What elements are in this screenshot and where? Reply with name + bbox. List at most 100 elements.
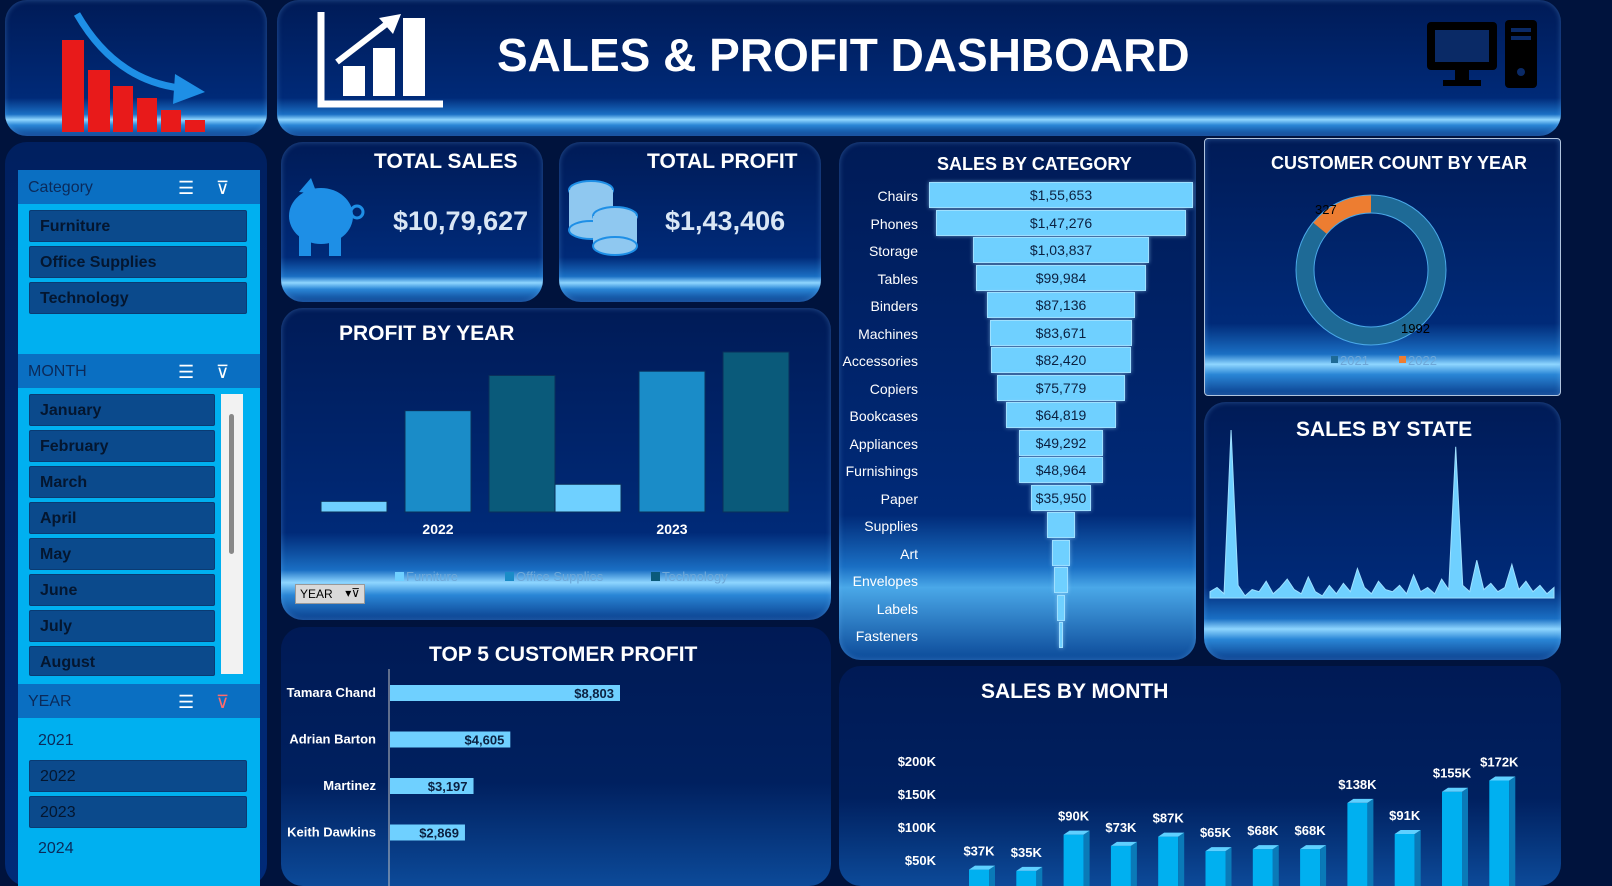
y-tick-label: $200K xyxy=(898,754,937,769)
category-label: Art xyxy=(900,545,918,562)
data-label: $35K xyxy=(1011,845,1043,860)
category-item-office-supplies[interactable]: Office Supplies xyxy=(29,246,247,278)
scrollbar-thumb[interactable] xyxy=(229,414,234,554)
total-sales-title: TOTAL SALES xyxy=(374,150,518,173)
month-sales-bar-side xyxy=(1130,841,1137,886)
month-item-march[interactable]: March xyxy=(29,466,215,498)
sales-by-category-panel: SALES BY CATEGORY Chairs $1,55,653 Phones $… xyxy=(839,142,1196,660)
month-sales-bar-side xyxy=(1272,845,1279,886)
header-panel: SALES & PROFIT DASHBOARD xyxy=(277,0,1561,136)
month-sales-bar xyxy=(969,869,989,886)
sales-by-month-panel: SALES BY MONTH $200K $150K $100K $50K $37K $3… xyxy=(839,666,1561,886)
month-item-january[interactable]: January xyxy=(29,394,215,426)
data-label: $4,605 xyxy=(465,733,505,748)
month-sales-bar xyxy=(1205,851,1226,886)
category-label: Envelopes xyxy=(852,573,918,589)
y-tick-label: $150K xyxy=(898,787,937,802)
category-sales-bar: $82,420 xyxy=(991,347,1131,373)
category-sales-bar xyxy=(1047,512,1075,538)
category-sales-bar: $1,03,837 xyxy=(972,237,1150,263)
month-item-july[interactable]: July xyxy=(29,610,215,642)
data-label: 1992 xyxy=(1401,321,1430,336)
y-tick-label: $50K xyxy=(905,853,937,868)
data-label: $3,197 xyxy=(428,779,468,794)
category-sales-bar: $87,136 xyxy=(987,292,1135,318)
legend-label: Furniture xyxy=(406,569,458,584)
legend-swatch xyxy=(505,572,514,581)
month-sales-bar-side xyxy=(1178,832,1185,886)
category-sales-bar: $64,819 xyxy=(1006,402,1116,428)
data-label: $155K xyxy=(1433,766,1472,781)
y-tick-label: $100K xyxy=(898,820,937,835)
top5-customer-profit-panel: TOP 5 CUSTOMER PROFIT Tamara Chand $8,803… xyxy=(281,627,831,886)
month-slicer-title: MONTH xyxy=(28,363,87,380)
data-label: $90K xyxy=(1058,809,1090,824)
category-item-technology[interactable]: Technology xyxy=(29,282,247,314)
month-item-may[interactable]: May xyxy=(29,538,215,570)
customer-name-label: Martinez xyxy=(323,778,376,793)
category-sales-bar: $75,779 xyxy=(996,374,1126,401)
year-item-2023[interactable]: 2023 xyxy=(29,796,247,828)
data-label: $68K xyxy=(1247,823,1279,838)
category-label: Machines xyxy=(858,325,918,342)
category-sales-bar: $35,950 xyxy=(1030,484,1092,511)
x-tick-label: 2022 xyxy=(422,521,453,537)
month-sales-bar xyxy=(1016,870,1037,886)
category-slicer: Category ☰ ⊽ Furniture Office Supplies T… xyxy=(18,170,260,354)
legend-swatch xyxy=(651,572,660,581)
category-sales-bar xyxy=(1056,594,1066,621)
month-sales-bar xyxy=(1442,791,1462,886)
month-sales-bar-side xyxy=(1462,787,1468,886)
profit-bar-office-supplies-2023 xyxy=(638,370,706,513)
clear-filter-icon[interactable]: ⊽ xyxy=(216,362,229,383)
piggy-bank-icon xyxy=(289,178,365,256)
clear-filter-icon[interactable]: ⊽ xyxy=(216,178,229,199)
declining-bar-chart-icon xyxy=(62,12,205,132)
year-item-2022[interactable]: 2022 xyxy=(29,760,247,792)
category-sales-bar: $83,671 xyxy=(990,319,1132,346)
total-profit-value: $1,43,406 xyxy=(665,206,786,236)
filter-dropdown-icon: ▾⊽ xyxy=(345,586,360,600)
month-item-august[interactable]: August xyxy=(29,646,215,676)
total-profit-card: TOTAL PROFIT $1,43,406 xyxy=(559,142,821,302)
year-item-2021[interactable]: 2021 xyxy=(38,732,74,750)
year-filter-button[interactable]: YEAR ▾⊽ xyxy=(295,584,365,604)
profit-bar-office-supplies-2022 xyxy=(404,410,472,513)
year-item-2024[interactable]: 2024 xyxy=(38,840,74,858)
month-sales-bar-side xyxy=(1083,830,1090,886)
category-label: Paper xyxy=(880,490,918,507)
multi-select-icon[interactable]: ☰ xyxy=(178,362,194,383)
category-label: Chairs xyxy=(877,188,918,204)
multi-select-icon[interactable]: ☰ xyxy=(178,692,194,713)
month-sales-bar xyxy=(1489,780,1510,886)
sales-by-state-chart xyxy=(1209,429,1555,599)
legend-swatch xyxy=(1331,356,1338,363)
year-filter-label: YEAR xyxy=(300,587,333,601)
category-label: Binders xyxy=(870,298,918,314)
month-sales-bar xyxy=(1110,845,1131,886)
category-item-furniture[interactable]: Furniture xyxy=(29,210,247,242)
legend-label: Office Supplies xyxy=(516,569,604,584)
month-item-june[interactable]: June xyxy=(29,574,215,606)
category-slicer-title: Category xyxy=(28,179,93,196)
month-slicer-scrollbar[interactable] xyxy=(221,394,243,674)
customer-count-donut-chart: 1992 327 2021 2022 xyxy=(1295,194,1447,368)
category-slicer-header: Category ☰ ⊽ xyxy=(18,170,260,204)
computer-icon xyxy=(1427,20,1537,88)
clear-filter-icon[interactable]: ⊽ xyxy=(216,692,229,713)
month-sales-bar xyxy=(1063,834,1084,886)
category-label: Labels xyxy=(876,600,918,617)
legend-label: Technology xyxy=(662,569,728,584)
profit-bar-technology-2023 xyxy=(722,351,790,513)
month-item-april[interactable]: April xyxy=(29,502,215,534)
data-label: $87K xyxy=(1153,811,1185,826)
customer-name-label: Adrian Barton xyxy=(289,732,376,747)
category-label: Copiers xyxy=(869,380,918,397)
data-label: $8,803 xyxy=(574,686,614,701)
month-item-february[interactable]: February xyxy=(29,430,215,462)
category-sales-bar xyxy=(1054,567,1068,593)
sales-by-category-chart: Chairs $1,55,653 Phones $1,47,276 Storage $1,… xyxy=(839,142,1196,660)
category-label: Phones xyxy=(870,215,918,232)
multi-select-icon[interactable]: ☰ xyxy=(178,178,194,199)
data-label: $37K xyxy=(963,844,995,859)
